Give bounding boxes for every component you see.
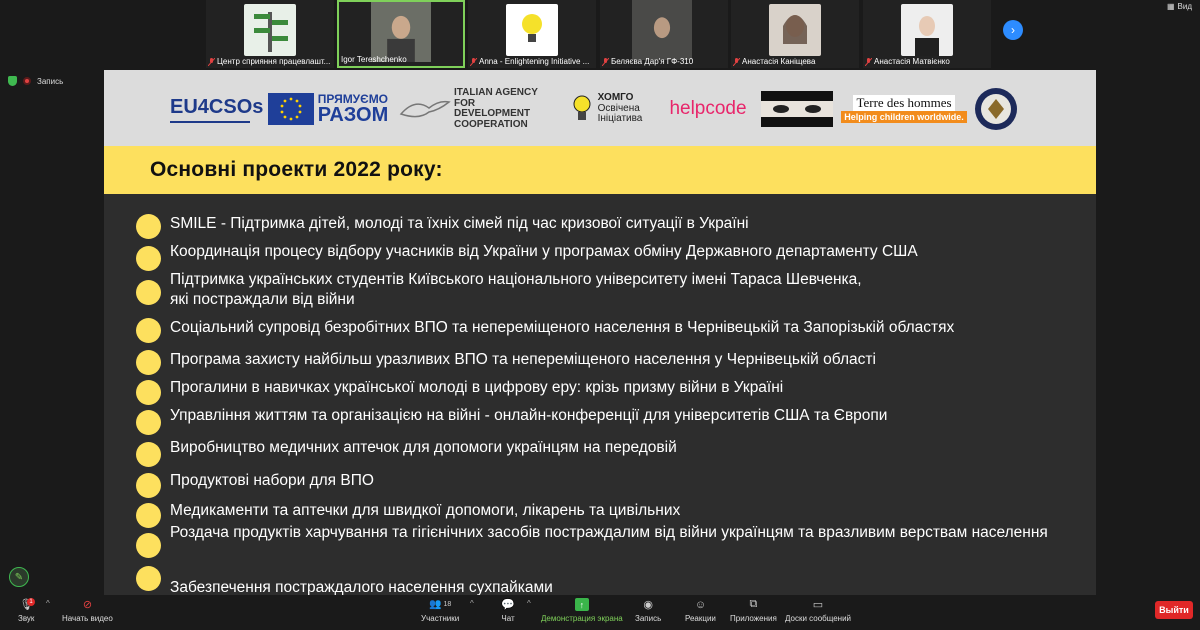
- participant-strip: Центр сприяння працевлашт... Igor Teresh…: [0, 0, 1200, 68]
- participant-tile[interactable]: Беляєва Дар'я ГФ-310: [600, 0, 728, 68]
- participant-name: Igor Tereshchenko: [341, 55, 407, 64]
- sound-button[interactable]: 🎙 Звук 1: [18, 598, 35, 623]
- bullet-dot: [136, 318, 161, 343]
- slide-title-band: Основні проекти 2022 року:: [104, 146, 1096, 194]
- record-button[interactable]: ◉ Запись: [635, 598, 661, 623]
- participant-tile-active-speaker[interactable]: Igor Tereshchenko: [337, 0, 465, 68]
- muted-mic-icon: [470, 57, 478, 66]
- participant-tile[interactable]: Anna - Enlightening Initiative ...: [468, 0, 596, 68]
- video-off-icon: ⊘: [82, 599, 93, 611]
- participant-tile[interactable]: Центр сприяння працевлашт...: [206, 0, 334, 68]
- participants-icon: 👥 18: [428, 599, 452, 610]
- bullet-dot: [136, 473, 161, 498]
- whiteboard-icon: ▭: [812, 599, 824, 611]
- participant-avatar: [506, 4, 558, 56]
- muted-mic-icon: [733, 57, 741, 66]
- muted-mic-icon: [208, 57, 216, 66]
- bullet-dot: [136, 280, 161, 305]
- eu4csos-logo: EU4CSOs: [170, 88, 263, 130]
- record-dot-icon: [23, 77, 31, 85]
- italian-agency-logo: ITALIAN AGENCY FOR DEVELOPMENT COOPERATI…: [454, 87, 538, 130]
- chat-button[interactable]: 💬 Чат: [501, 598, 515, 623]
- participant-video: [371, 2, 431, 62]
- bullet-dot: [136, 442, 161, 467]
- meeting-toolbar: 🎙 Звук 1 ^ ⊘ Начать видео 👥 18 Участники…: [0, 595, 1200, 630]
- bullet-dot: [136, 350, 161, 375]
- grid-icon: ▦: [1166, 2, 1175, 11]
- next-participants-button[interactable]: ›: [1003, 20, 1023, 40]
- muted-mic-icon: [865, 57, 873, 66]
- participant-tile[interactable]: Анастасія Матвієнко: [863, 0, 991, 68]
- bullet-dot: [136, 533, 161, 558]
- bullet-dot: [136, 566, 161, 591]
- annotate-pencil-button[interactable]: ✎: [9, 567, 29, 587]
- share-screen-icon: ↑: [574, 598, 589, 611]
- khomho-logo: ХОМГО Освічена Ініціатива: [562, 88, 652, 130]
- participant-name: Анастасія Каніщева: [742, 57, 816, 66]
- bullet-dot: [136, 246, 161, 271]
- eu-flag-icon: [267, 93, 314, 125]
- lightbulb-icon: [573, 95, 591, 120]
- us-state-department-seal: [972, 88, 1020, 130]
- pencil-icon: ✎: [14, 571, 24, 583]
- leave-button[interactable]: Выйти: [1155, 601, 1193, 619]
- recording-indicator[interactable]: Запись: [8, 76, 63, 86]
- chat-icon: 💬: [501, 599, 515, 611]
- participant-avatar: [901, 4, 953, 56]
- chevron-right-icon: ›: [1011, 23, 1015, 37]
- shield-icon: [8, 76, 17, 86]
- view-label: Вид: [1177, 2, 1192, 11]
- record-icon: ◉: [643, 599, 653, 611]
- notification-badge: 1: [27, 598, 35, 606]
- participant-tile[interactable]: Анастасія Каніщева: [731, 0, 859, 68]
- participants-button[interactable]: 👥 18 Участники: [421, 598, 459, 623]
- participants-options-caret[interactable]: ^: [470, 599, 474, 608]
- participant-avatar: [769, 4, 821, 56]
- bullet-dot: [136, 410, 161, 435]
- chat-options-caret[interactable]: ^: [527, 599, 531, 608]
- participant-name: Центр сприяння працевлашт...: [217, 57, 331, 66]
- apps-icon: ⧉: [749, 598, 758, 610]
- bullet-dot: [136, 503, 161, 528]
- helpcode-logo: helpcode: [669, 98, 747, 119]
- apps-button[interactable]: ⧉ Приложения: [730, 598, 777, 623]
- terre-des-hommes-logo: Terre des hommes Helping children worldw…: [838, 88, 970, 130]
- whiteboards-button[interactable]: ▭ Доски сообщений: [785, 598, 851, 623]
- bullet-dot: [136, 380, 161, 405]
- bullet-dot: [136, 214, 161, 239]
- dove-logo: [398, 88, 452, 130]
- participant-name: Беляєва Дар'я ГФ-310: [611, 57, 694, 66]
- shared-screen: EU4CSOs ПРЯМУЄМО РАЗОМ ITALIAN AGENCY FO…: [104, 70, 1096, 595]
- recording-label: Запись: [37, 76, 64, 86]
- smiley-icon: ☺: [694, 598, 707, 611]
- participant-name: Анастасія Матвієнко: [874, 57, 950, 66]
- eyes-photo-logo: [760, 88, 834, 130]
- share-screen-button[interactable]: ↑ Демонстрация экрана: [541, 598, 623, 623]
- pryamuemo-razom-logo: ПРЯМУЄМО РАЗОМ: [262, 88, 394, 130]
- muted-mic-icon: [602, 57, 610, 66]
- participant-avatar: [244, 4, 296, 56]
- participant-name: Anna - Enlightening Initiative ...: [479, 57, 590, 66]
- view-button[interactable]: ▦ Вид: [1167, 2, 1192, 11]
- reactions-button[interactable]: ☺ Реакции: [685, 598, 716, 624]
- partner-logos-bar: EU4CSOs ПРЯМУЄМО РАЗОМ ITALIAN AGENCY FO…: [104, 70, 1096, 146]
- start-video-button[interactable]: ⊘ Начать видео: [62, 598, 113, 623]
- sound-options-caret[interactable]: ^: [46, 599, 50, 608]
- slide-title: Основні проекти 2022 року:: [150, 158, 443, 181]
- participant-video: [632, 0, 692, 60]
